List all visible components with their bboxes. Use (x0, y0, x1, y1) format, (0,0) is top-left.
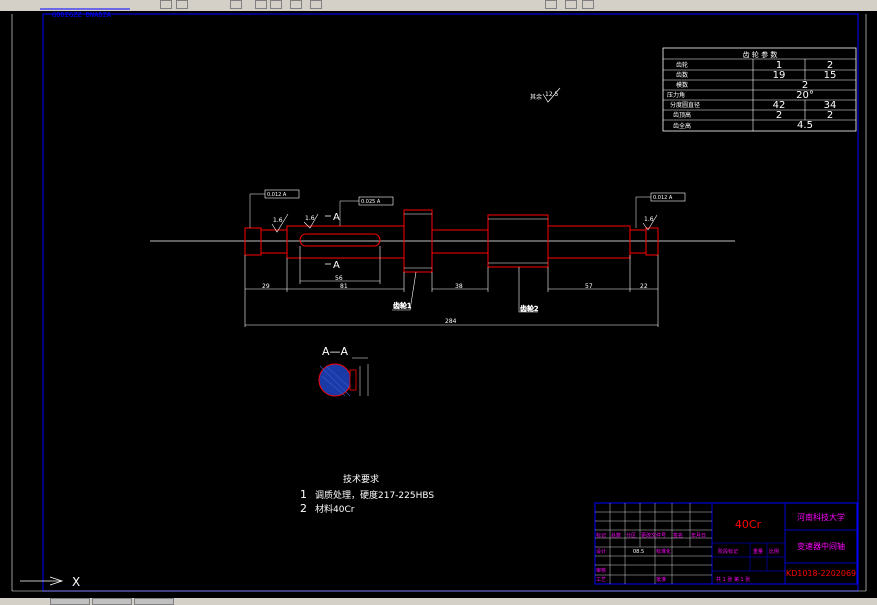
table-value: 2 (827, 110, 833, 121)
tech-req-text: 材料40Cr (315, 503, 355, 515)
table-label: 分度圆直径 (670, 101, 700, 109)
table-label: 模数 (676, 81, 688, 89)
roughness-note-label: 其余 (530, 93, 542, 101)
dimension-text: 81 (340, 283, 348, 290)
title-block-date: 08.5 (633, 549, 644, 555)
table-value: 4.5 (797, 120, 813, 131)
title-block-drawing-name: 变速器中间轴 (797, 541, 845, 551)
section-label-bottom: A (333, 260, 340, 271)
leader-label-gear2: 齿轮2 (520, 304, 538, 313)
titlebar-fragment: GOOZGZZ DNADZA (52, 11, 112, 19)
tech-req-num: 1 (300, 488, 307, 501)
layout-tab[interactable] (92, 598, 132, 605)
tech-req-text: 调质处理，硬度217-225HBS (315, 489, 434, 501)
table-label: 齿数 (676, 71, 688, 79)
title-block-label: 处数 (611, 532, 621, 539)
surface-mark-text: 1.6 (273, 217, 283, 224)
dimension-text: 29 (262, 283, 270, 290)
title-block-label: 分区 (626, 532, 636, 539)
axis-x-label: X (72, 575, 80, 589)
surface-mark-text: 1.6 (305, 215, 315, 222)
title-block-label: 签名 (673, 532, 683, 539)
title-block-label: 审核 (596, 567, 606, 574)
title-block-label: 更改文件号 (641, 532, 666, 539)
dimension-text: 22 (640, 283, 648, 290)
table-value: 15 (824, 70, 837, 81)
title-block-label: 标记 (596, 532, 606, 539)
title-block-label: 设计 (596, 548, 606, 555)
title-block-label: 比例 (769, 548, 779, 555)
table-label: 齿顶高 (673, 111, 691, 119)
layout-tab[interactable] (134, 598, 174, 605)
table-label: 齿全高 (673, 122, 691, 130)
table-label: 压力角 (667, 91, 685, 99)
title-block-material: 40Cr (735, 518, 762, 531)
title-block-label: 年月日 (691, 532, 706, 539)
tolerance-frame-text: 0.012 A (267, 192, 287, 198)
dimension-text: 284 (445, 318, 457, 325)
table-label: 齿轮 (676, 61, 688, 69)
cad-drawing-canvas[interactable]: GOOZGZZ DNADZA 齿 轮 参 数 齿轮 1 2 齿数 19 15 模… (0, 0, 877, 605)
section-view-title: A—A (322, 345, 349, 358)
tech-req-title: 技术要求 (343, 473, 379, 485)
title-block-label: 重量 (753, 548, 763, 555)
tolerance-frame-text: 0.012 A (653, 195, 673, 201)
title-block-sheet-info: 共 1 张 第 1 张 (716, 576, 750, 583)
title-block-label: 工艺 (596, 577, 606, 583)
title-block-school: 河南科技大学 (797, 512, 845, 522)
layout-tab[interactable] (50, 598, 90, 605)
table-header: 齿 轮 参 数 (743, 50, 778, 59)
dimension-text: 57 (585, 283, 593, 290)
surface-mark-text: 1.6 (644, 216, 654, 223)
dimension-text: 38 (455, 283, 463, 290)
leader-label-gear1: 齿轮1 (393, 301, 411, 310)
title-block-label: 标准化 (656, 548, 671, 555)
tolerance-frame-text: 0.025 A (361, 199, 381, 205)
title-block-drawing-number: KD1018-2202069 (786, 569, 856, 578)
table-value: 20° (796, 90, 814, 101)
table-value: 19 (773, 70, 786, 81)
table-value: 2 (776, 110, 782, 121)
title-block-label: 阶段标记 (718, 548, 738, 555)
title-block-label: 批准 (656, 576, 666, 583)
section-label-top: A (333, 212, 340, 223)
dimension-text: 56 (335, 275, 343, 282)
tech-req-num: 2 (300, 502, 307, 515)
